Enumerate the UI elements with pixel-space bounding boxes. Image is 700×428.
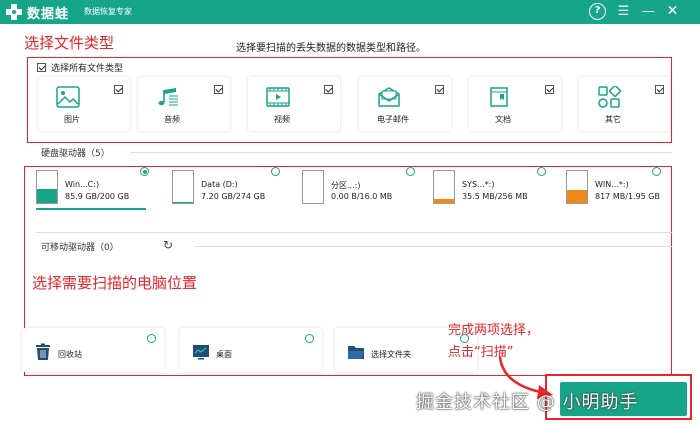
video-icon [266,87,290,107]
minimize-button[interactable]: — [640,3,657,20]
video-checkbox[interactable] [324,85,333,94]
type-card-document[interactable]: 文档 [469,77,561,131]
type-label: 视频 [274,115,290,124]
annotation-complete-line1: 完成两项选择， [448,323,540,338]
watermark: 掘金技术社区 @ 小明助手 [416,392,639,413]
divider [195,246,672,247]
annotation-select-type: 选择文件类型 [24,34,115,52]
other-icon [598,86,621,108]
drive-partition-radio[interactable] [406,167,415,176]
other-checkbox[interactable] [655,85,664,94]
type-card-other[interactable]: 其它 [579,77,671,131]
drive-icon [433,170,455,204]
title-bar: 数据蛙 数据恢复专家 ? ☰ — ✕ [0,0,700,24]
select-all-label: 选择所有文件类型 [51,64,124,74]
recycle-bin-icon [36,343,50,360]
recycle-bin-radio[interactable] [147,334,156,343]
divider [130,152,672,153]
drive-icon [302,170,324,204]
drive-sys[interactable]: SYS...*:) 35.5 MB/256 MB [433,168,555,208]
drive-icon [566,170,588,204]
drive-c[interactable]: Win...C:) 85.9 GB/200 GB [36,168,158,208]
drive-name: SYS...*:) [462,180,495,189]
location-desktop[interactable]: 桌面 [180,328,322,372]
selected-underline [36,208,146,210]
location-label: 桌面 [216,350,232,359]
type-label: 音频 [164,115,180,124]
removable-drives-label: 可移动驱动器（0） [41,243,119,253]
drive-sys-radio[interactable] [537,167,546,176]
refresh-icon[interactable]: ↻ [163,238,177,252]
drive-icon [172,170,194,204]
instruction-text: 选择要扫描的丢失数据的数据类型和路径。 [236,43,426,54]
select-all-checkbox[interactable]: 选择所有文件类型 [37,61,123,74]
close-button[interactable]: ✕ [664,3,681,20]
drive-name: WIN...*:) [595,180,629,189]
type-card-email[interactable]: 电子邮件 [359,77,451,131]
type-label: 其它 [605,115,621,124]
drive-c-radio[interactable] [140,167,149,176]
drive-size: 817 MB/1.95 GB [595,192,660,201]
drive-name: Win...C:) [65,180,100,189]
drive-size: 35.5 MB/256 MB [462,192,528,201]
location-label: 选择文件夹 [371,350,411,359]
document-icon [490,87,508,107]
type-label: 文档 [495,115,511,124]
image-checkbox[interactable] [114,85,123,94]
type-card-audio[interactable]: 音频 [138,77,230,131]
checkbox-icon [37,63,46,72]
drive-size: 7.20 GB/274 GB [201,192,266,201]
menu-icon[interactable]: ☰ [615,3,632,20]
drive-win-radio[interactable] [652,167,661,176]
audio-checkbox[interactable] [214,85,223,94]
type-card-image[interactable]: 图片 [38,77,130,131]
location-label: 回收站 [58,350,82,359]
app-name: 数据蛙 [27,7,70,22]
drive-partition[interactable]: 分区...:) 0.00 B/16.0 MB [302,168,424,208]
type-label: 图片 [64,115,80,124]
annotation-select-location: 选择需要扫描的电脑位置 [32,274,198,292]
document-checkbox[interactable] [545,85,554,94]
image-icon [56,86,80,108]
divider [36,232,672,233]
desktop-radio[interactable] [305,334,314,343]
drive-size: 85.9 GB/200 GB [65,192,130,201]
drive-size: 0.00 B/16.0 MB [331,192,393,201]
type-card-video[interactable]: 视频 [248,77,340,131]
drive-win[interactable]: WIN...*:) 817 MB/1.95 GB [566,168,688,208]
logo-icon [6,4,22,20]
type-label: 电子邮件 [377,115,409,124]
music-icon [158,88,178,106]
location-recycle-bin[interactable]: 回收站 [22,328,164,372]
drive-name: Data (D:) [201,180,238,189]
help-icon[interactable]: ? [589,3,606,20]
drive-d-radio[interactable] [271,167,280,176]
app-subtitle: 数据恢复专家 [84,7,132,16]
drive-icon [36,170,58,204]
drive-name: 分区...:) [331,181,361,190]
hard-drives-label: 硬盘驱动器（5） [41,149,110,159]
email-icon [378,87,400,107]
folder-icon [348,346,364,359]
email-checkbox[interactable] [435,85,444,94]
desktop-icon [193,345,209,360]
